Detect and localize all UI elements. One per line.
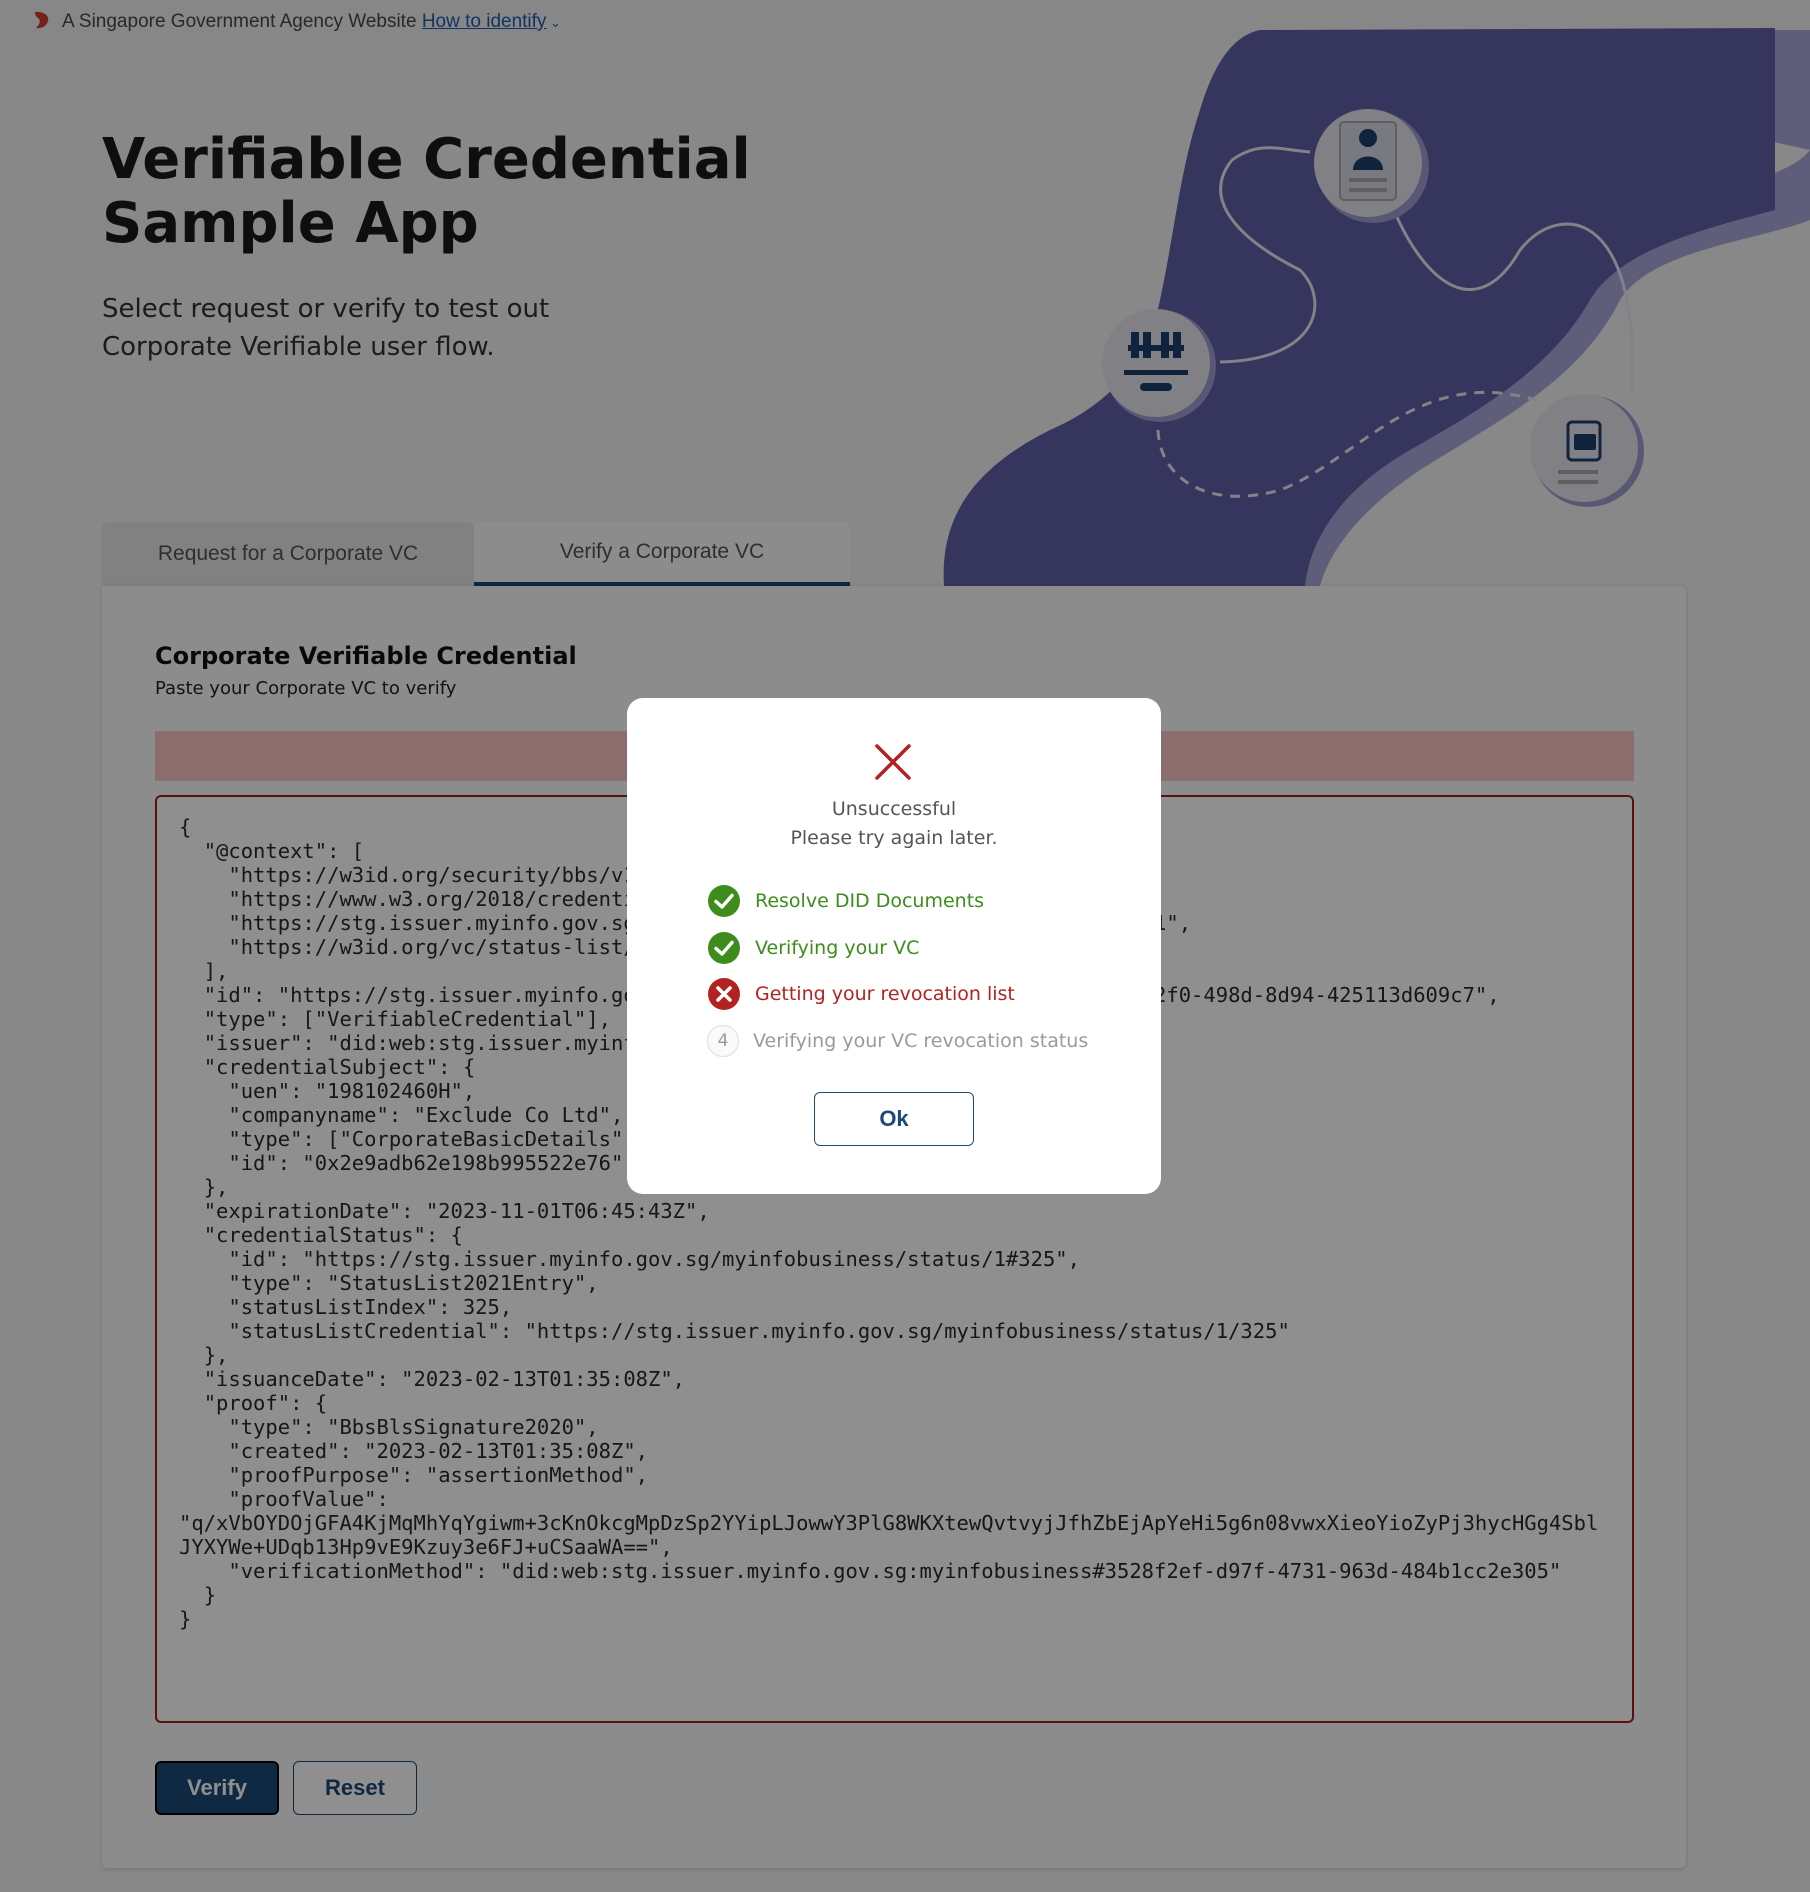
check-circle-icon bbox=[708, 885, 740, 917]
step-revocation-list: Getting your revocation list bbox=[707, 977, 1015, 1011]
step-label: Getting your revocation list bbox=[755, 983, 1015, 1005]
step-label: Verifying your VC bbox=[755, 937, 920, 959]
x-circle-icon bbox=[708, 978, 740, 1010]
step-verifying-vc: Verifying your VC bbox=[707, 931, 919, 965]
ok-button[interactable]: Ok bbox=[814, 1092, 974, 1146]
step-number: 4 bbox=[707, 1025, 739, 1057]
step-revocation-status: 4 Verifying your VC revocation status bbox=[707, 1024, 1088, 1058]
step-resolve-did: Resolve DID Documents bbox=[707, 884, 984, 918]
modal-title: Unsuccessful bbox=[831, 798, 957, 820]
step-label: Resolve DID Documents bbox=[755, 890, 985, 912]
close-icon bbox=[875, 744, 911, 780]
check-circle-icon bbox=[708, 932, 740, 964]
step-label: Verifying your VC revocation status bbox=[753, 1030, 1089, 1052]
verification-result-modal: Unsuccessful Please try again later. Res… bbox=[627, 698, 1161, 1194]
modal-description: Please try again later. bbox=[790, 827, 998, 849]
